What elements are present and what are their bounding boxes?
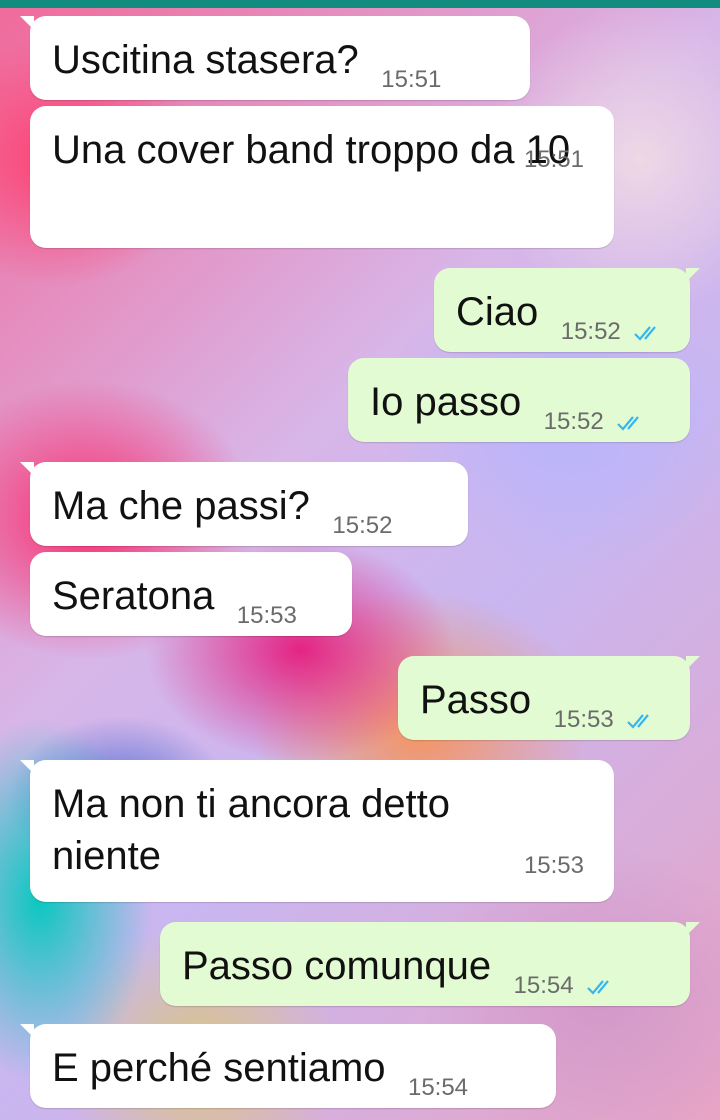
message-bubble-outgoing[interactable]: Passo comunque 15:54: [160, 922, 700, 1006]
message-time: 15:52: [543, 408, 604, 435]
message-meta: 15:52: [544, 408, 647, 436]
message-meta: 15:54: [514, 972, 617, 1000]
message-time: 15:54: [407, 1074, 469, 1101]
message-meta: 15:52: [561, 318, 664, 346]
message-meta: 15:53: [554, 706, 657, 734]
message-time: 15:53: [523, 852, 584, 879]
message-text: Seratona: [52, 574, 215, 618]
message-bubble-incoming[interactable]: Ma non ti ancora detto niente 15:53: [20, 760, 614, 902]
message-time: 15:53: [236, 602, 297, 629]
message-text: E perché sentiamo: [52, 1046, 386, 1090]
message-text: Passo comunque: [182, 944, 492, 988]
message-text: Uscitina stasera?: [52, 38, 359, 82]
message-bubble-incoming[interactable]: Seratona 15:53: [30, 552, 352, 636]
app-bar-edge: [0, 0, 720, 8]
message-time: 15:52: [560, 318, 621, 345]
double-check-read-icon: [634, 325, 657, 341]
message-bubble-incoming[interactable]: E perché sentiamo 15:54: [20, 1024, 556, 1108]
message-time: 15:51: [523, 146, 584, 173]
double-check-read-icon: [627, 713, 650, 729]
message-text: Ciao: [456, 290, 539, 334]
message-time: 15:54: [513, 972, 574, 999]
message-time: 15:53: [553, 706, 614, 733]
message-bubble-outgoing[interactable]: Io passo 15:52: [348, 358, 690, 442]
double-check-read-icon: [587, 979, 610, 995]
message-bubble-outgoing[interactable]: Ciao 15:52: [434, 268, 700, 352]
message-text: Ma che passi?: [52, 484, 310, 528]
message-bubble-incoming[interactable]: Ma che passi? 15:52: [20, 462, 468, 546]
message-bubble-incoming[interactable]: Uscitina stasera? 15:51: [20, 16, 530, 100]
message-time: 15:51: [381, 66, 442, 93]
message-time: 15:52: [332, 512, 393, 539]
message-text: Io passo: [370, 380, 522, 424]
message-bubble-outgoing[interactable]: Passo 15:53: [398, 656, 700, 740]
message-text: Passo: [420, 678, 532, 722]
double-check-read-icon: [617, 415, 640, 431]
message-bubble-incoming[interactable]: Una cover band troppo da 10 15:51: [30, 106, 614, 248]
